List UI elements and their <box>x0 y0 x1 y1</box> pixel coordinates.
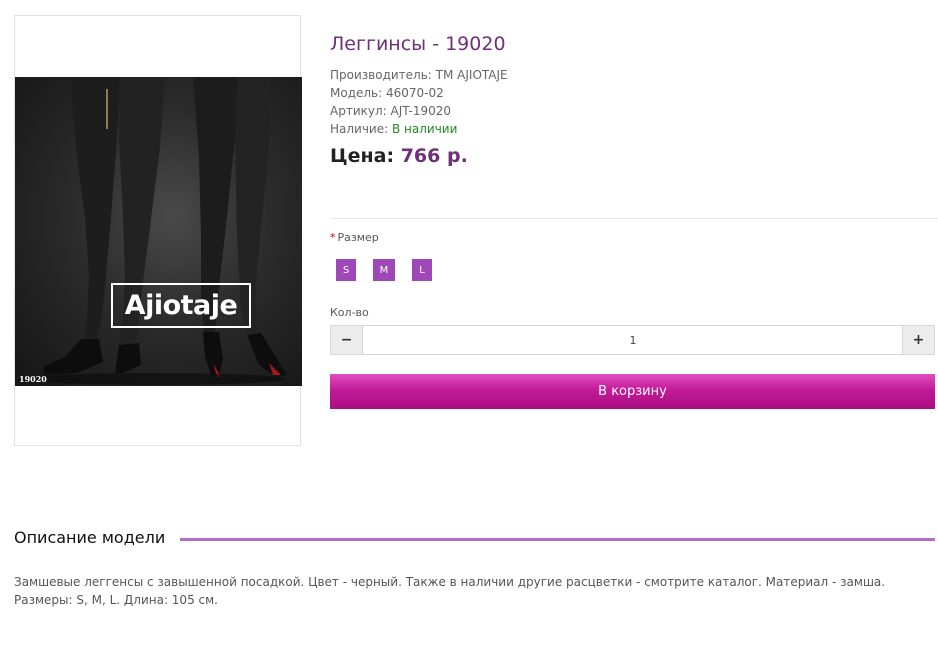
size-label: * Размер <box>330 231 379 244</box>
size-option-l[interactable]: L <box>412 259 432 281</box>
manufacturer-link[interactable]: TM AJIOTAJE <box>436 68 508 82</box>
article-label: Артикул: <box>330 104 387 118</box>
article-value: AJT-19020 <box>390 104 451 118</box>
product-image-frame[interactable]: Ajiotaje 19020 <box>14 15 302 446</box>
image-sku-tag: 19020 <box>19 374 47 384</box>
product-photo[interactable]: Ajiotaje 19020 <box>15 77 302 386</box>
required-mark: * <box>330 231 336 244</box>
model-value: 46070-02 <box>386 86 444 100</box>
price-label: Цена: <box>330 145 395 167</box>
model-label: Модель: <box>330 86 383 100</box>
description-heading: Описание модели <box>14 528 166 547</box>
description-text: Замшевые леггенсы с завышенной посадкой.… <box>14 575 886 607</box>
availability-row: Наличие: В наличии <box>330 122 457 136</box>
model-silhouette <box>25 77 287 385</box>
size-option-s[interactable]: S <box>336 259 356 281</box>
model-row: Модель: 46070-02 <box>330 86 444 100</box>
description-heading-rule <box>180 538 935 541</box>
size-label-text: Размер <box>337 231 379 244</box>
minus-icon: − <box>340 332 353 348</box>
size-option-m[interactable]: M <box>373 259 395 281</box>
quantity-increase-button[interactable]: + <box>902 326 934 354</box>
quantity-input[interactable] <box>363 326 903 354</box>
quantity-label: Кол-во <box>330 306 369 319</box>
plus-icon: + <box>912 332 925 348</box>
manufacturer-row: Производитель: TM AJIOTAJE <box>330 68 508 82</box>
quantity-decrease-button[interactable]: − <box>331 326 363 354</box>
section-divider <box>330 218 938 219</box>
add-to-cart-button[interactable]: В корзину <box>330 374 935 409</box>
availability-status: В наличии <box>392 122 458 136</box>
price-row: Цена: 766 р. <box>330 145 468 167</box>
availability-label: Наличие: <box>330 122 389 136</box>
brand-logo: Ajiotaje <box>111 283 251 328</box>
price-value: 766 р. <box>400 145 468 167</box>
quantity-stepper: − + <box>330 325 935 355</box>
article-row: Артикул: AJT-19020 <box>330 104 451 118</box>
product-title: Леггинсы - 19020 <box>330 33 506 55</box>
manufacturer-label: Производитель: <box>330 68 432 82</box>
